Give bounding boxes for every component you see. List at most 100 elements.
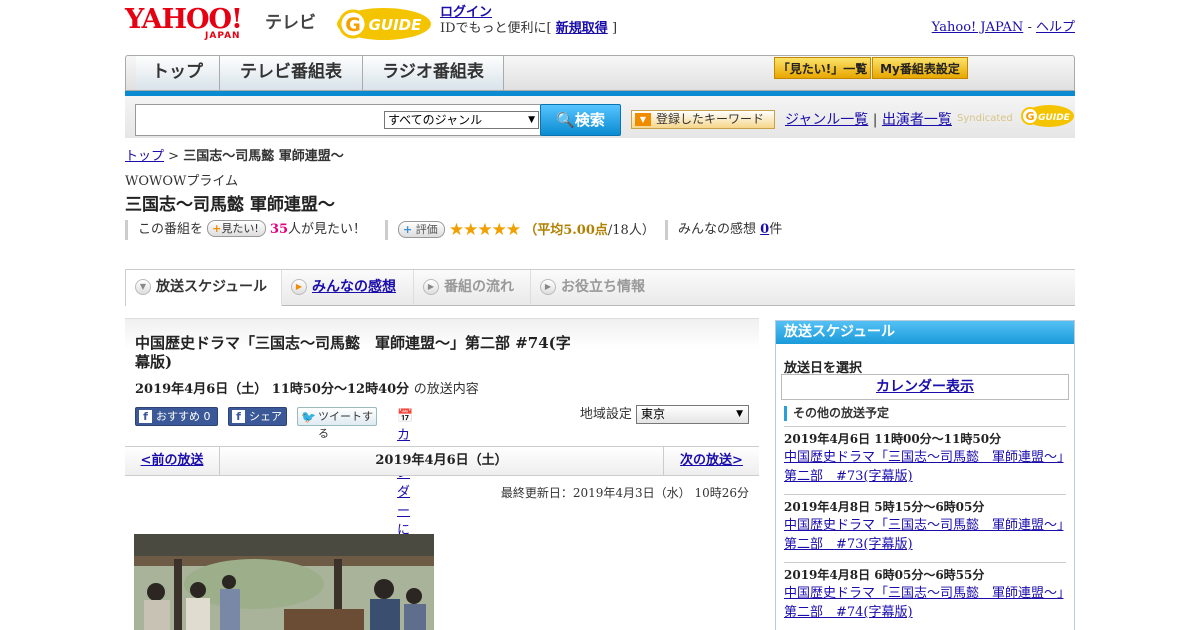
facebook-share-label: シェア [249, 410, 282, 423]
impressions-label: みんなの感想 [678, 222, 757, 237]
rating-open: （ [524, 223, 538, 238]
other-broadcasts-list: 2019年4月6日 11時00分～11時50分 中国歴史ドラマ「三国志～司馬懿 … [784, 426, 1066, 630]
prev-broadcast: <前の放送 [125, 447, 220, 475]
list-item: 2019年4月6日 11時00分～11時50分 中国歴史ドラマ「三国志～司馬懿 … [784, 426, 1066, 494]
facebook-share-button[interactable]: f シェア [228, 407, 287, 426]
tab-useful-info[interactable]: ▶ お役立ち情報 [531, 270, 661, 304]
login-box: ログイン IDでもっと便利に[ 新規取得 ] [440, 5, 617, 37]
tab-program-flow[interactable]: ▶ 番組の流れ [414, 270, 531, 304]
svg-text:G: G [345, 14, 361, 36]
my-schedule-button[interactable]: My番組表設定 [872, 57, 968, 79]
region-select-value: 東京 [641, 407, 666, 421]
registered-keyword-button[interactable]: ▼ 登録したキーワード [631, 110, 775, 129]
star-rating-icon: ★★★★★ [448, 220, 521, 240]
registered-keyword-label: 登録したキーワード [656, 112, 765, 126]
search-button[interactable]: 🔍検索 [540, 104, 621, 136]
rating-section: + 評価 ★★★★★ （平均5.00点/18人） [385, 220, 655, 240]
tab-label: 番組の流れ [444, 279, 514, 295]
gguide-logo: G GUIDE [337, 8, 431, 40]
want-suffix: 人が見たい！ [288, 222, 367, 237]
nav-tab-tv-schedule[interactable]: テレビ番組表 [220, 56, 363, 90]
episode-datetime-value: 2019年4月6日（土） 11時50分～12時40分 [135, 382, 410, 397]
impressions-count-link[interactable]: 0 [760, 222, 769, 237]
facebook-icon: f [232, 410, 245, 423]
calendar-icon: 📅 [397, 409, 414, 424]
yahoo-japan-logo[interactable]: YAHOO! JAPAN [125, 6, 243, 42]
tab-label[interactable]: みんなの感想 [312, 279, 396, 295]
episode-photo-image [134, 534, 434, 630]
nav-tab-radio-schedule[interactable]: ラジオ番組表 [363, 56, 504, 90]
triangle-down-icon: ▼ [635, 113, 651, 126]
rate-button[interactable]: + 評価 [398, 221, 445, 238]
dropdown-arrow-icon: ▼ [528, 115, 535, 125]
facebook-like-button[interactable]: f おすすめ 0 [135, 407, 218, 426]
broadcast-pager: <前の放送 2019年4月6日（土） 次の放送> [125, 446, 759, 476]
broadcast-datetime: 2019年4月6日 11時00分～11時50分 [784, 432, 1002, 446]
header-separator: - [1027, 20, 1032, 35]
login-note-suffix: ] [611, 21, 618, 36]
rating-count: /18人） [607, 223, 655, 238]
rate-button-label: 評価 [415, 223, 438, 236]
broadcast-title-link[interactable]: 中国歴史ドラマ「三国志～司馬懿 軍師連盟～」第二部 #73(字幕版) [784, 516, 1066, 554]
yahoo-japan-link[interactable]: Yahoo! JAPAN [932, 20, 1024, 35]
plus-icon: + [403, 223, 413, 236]
search-icon: 🔍 [556, 111, 575, 129]
genre-select[interactable]: すべてのジャンル ▼ [384, 111, 539, 129]
want-prefix: この番組を [138, 222, 204, 237]
broadcast-title-link[interactable]: 中国歴史ドラマ「三国志～司馬懿 軍師連盟～」第二部 #73(字幕版) [784, 448, 1066, 486]
search-button-label: 検索 [574, 111, 605, 129]
genre-list-link[interactable]: ジャンル一覧 [785, 112, 868, 128]
next-broadcast: 次の放送> [663, 447, 759, 475]
broadcast-datetime: 2019年4月8日 6時05分～6時55分 [784, 568, 985, 582]
region-select[interactable]: 東京 ▼ [636, 405, 749, 424]
main-nav: トップ テレビ番組表 ラジオ番組表 「見たい!」一覧 My番組表設定 [125, 55, 1075, 91]
region-setting: 地域設定 東京 ▼ [580, 405, 749, 425]
program-tabs: ▼ 放送スケジュール ▶ みんなの感想 ▶ 番組の流れ ▶ お役立ち情報 [125, 269, 1075, 306]
register-link[interactable]: 新規取得 [556, 21, 608, 36]
yahoo-logo-sub: JAPAN [205, 31, 241, 41]
tv-label: テレビ [265, 13, 316, 33]
links-divider: | [872, 112, 878, 128]
want-list-button[interactable]: 「見たい!」一覧 [774, 57, 871, 79]
want-count: 35 [269, 222, 289, 237]
svg-text:G: G [1025, 110, 1034, 123]
login-link[interactable]: ログイン [440, 5, 492, 20]
next-broadcast-link[interactable]: 次の放送> [680, 453, 743, 468]
search-area: すべてのジャンル ▼ 🔍検索 ▼ 登録したキーワード ジャンル一覧 | 出演者一… [125, 96, 1075, 138]
program-info-row: この番組を +見たい! 35人が見たい！ + 評価 ★★★★★ （平均5.00点… [125, 220, 1075, 240]
want-button[interactable]: +見たい! [207, 220, 266, 237]
calendar-display-link[interactable]: カレンダー表示 [876, 379, 974, 395]
search-links: ジャンル一覧 | 出演者一覧 [785, 109, 952, 129]
breadcrumb-top-link[interactable]: トップ [125, 149, 164, 164]
last-updated: 最終更新日：2019年4月3日（水） 10時26分 [500, 486, 749, 500]
episode-datetime-suffix: の放送内容 [413, 382, 479, 397]
performer-list-link[interactable]: 出演者一覧 [882, 112, 952, 128]
channel-name: WOWOWプライム [125, 174, 239, 189]
rating-average: 平均5.00点 [537, 223, 608, 238]
header-links: Yahoo! JAPAN - ヘルプ [932, 16, 1075, 35]
breadcrumb-current: 三国志～司馬懿 軍師連盟～ [183, 149, 344, 164]
prev-broadcast-link[interactable]: <前の放送 [141, 453, 204, 468]
tab-label: お役立ち情報 [561, 279, 645, 295]
calendar-display-button[interactable]: カレンダー表示 [781, 374, 1069, 400]
region-label: 地域設定 [579, 407, 632, 422]
episode-datetime: 2019年4月6日（土） 11時50分～12時40分 の放送内容 [135, 378, 479, 397]
syndicated-gguide-logo: Syndicated G GUIDE [957, 105, 1074, 127]
page: YAHOO! JAPAN テレビ G GUIDE ログイン IDでもっと便利に[… [125, 0, 1075, 630]
episode-photo [134, 534, 434, 630]
tab-impressions[interactable]: ▶ みんなの感想 [282, 270, 414, 304]
episode-title: 中国歴史ドラマ「三国志～司馬懿 軍師連盟～」第二部 #74(字幕版) [135, 334, 571, 371]
svg-text:GUIDE: GUIDE [1038, 113, 1071, 123]
impressions-unit: 件 [769, 222, 783, 237]
syndicated-text: Syndicated [957, 113, 1013, 124]
tab-broadcast-schedule[interactable]: ▼ 放送スケジュール [125, 270, 282, 306]
sidebar-header: 放送スケジュール [776, 321, 1074, 344]
tweet-button[interactable]: 🐦 ツイートする [297, 407, 377, 440]
nav-tab-top[interactable]: トップ [136, 56, 220, 90]
tweet-label: ツイートする [318, 410, 373, 440]
want-section: この番組を +見たい! 35人が見たい！ [125, 220, 366, 240]
broadcast-title-link[interactable]: 中国歴史ドラマ「三国志～司馬懿 軍師連盟～」第二部 #74(字幕版) [784, 584, 1066, 622]
breadcrumb: トップ > 三国志～司馬懿 軍師連盟～ [125, 145, 344, 164]
help-link[interactable]: ヘルプ [1036, 20, 1075, 35]
login-note-prefix: IDでもっと便利に[ [440, 21, 552, 36]
